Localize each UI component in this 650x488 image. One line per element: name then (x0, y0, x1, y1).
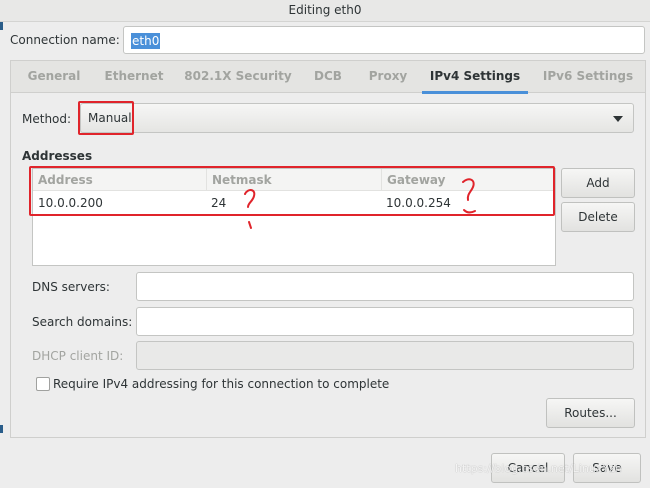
tab-general[interactable]: General (19, 61, 89, 93)
connection-name-input[interactable]: eth0 (123, 26, 645, 54)
require-ipv4-label[interactable]: Require IPv4 addressing for this connect… (53, 377, 389, 391)
annotation-box-method (78, 101, 134, 135)
search-domains-label: Search domains: (32, 315, 133, 329)
tab-ethernet[interactable]: Ethernet (99, 61, 169, 93)
question-mark-annotation-icon (244, 189, 256, 229)
question-mark-annotation-icon (462, 178, 476, 214)
method-dropdown[interactable]: Manual (80, 103, 634, 133)
tab-ipv6-settings[interactable]: IPv6 Settings (537, 61, 639, 93)
dhcp-client-id-label: DHCP client ID: (32, 349, 124, 363)
method-label: Method: (22, 112, 72, 126)
dhcp-client-id-input (136, 341, 634, 370)
tab-8021x-security[interactable]: 802.1X Security (182, 61, 294, 93)
background-window-edge (0, 22, 3, 30)
dns-servers-label: DNS servers: (32, 280, 110, 294)
search-domains-input[interactable] (136, 307, 634, 336)
addresses-heading: Addresses (22, 149, 93, 163)
dns-servers-input[interactable] (136, 272, 634, 301)
window-titlebar: Editing eth0 (0, 0, 650, 22)
chevron-down-icon (613, 116, 623, 122)
add-address-button[interactable]: Add (561, 168, 635, 198)
delete-address-button[interactable]: Delete (561, 202, 635, 232)
require-ipv4-checkbox[interactable] (36, 377, 50, 391)
tab-dcb[interactable]: DCB (308, 61, 348, 93)
tab-bar: General Ethernet 802.1X Security DCB Pro… (11, 61, 645, 94)
routes-button[interactable]: Routes... (546, 398, 635, 428)
tab-ipv4-settings[interactable]: IPv4 Settings (422, 61, 528, 94)
tab-proxy[interactable]: Proxy (361, 61, 415, 93)
background-window-edge (0, 425, 3, 433)
connection-name-value: eth0 (131, 33, 161, 49)
connection-name-label: Connection name: (10, 33, 120, 47)
watermark-text: https://blog.csdn.net/LinuxYzh (455, 462, 622, 475)
window-title: Editing eth0 (288, 3, 362, 17)
